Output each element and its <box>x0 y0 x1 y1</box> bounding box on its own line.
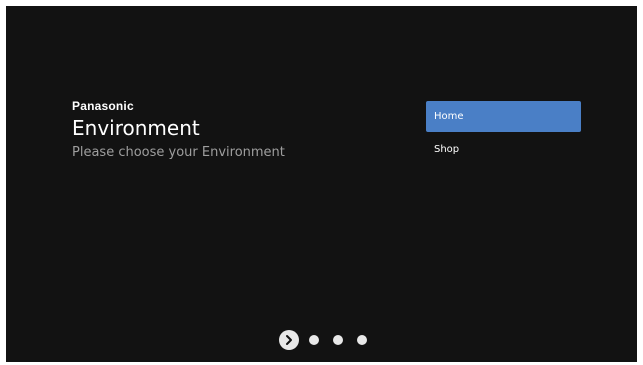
page-subtitle: Please choose your Environment <box>72 145 285 160</box>
brand-logo: Panasonic <box>72 99 134 113</box>
environment-options: Home Shop <box>426 101 581 167</box>
step-pager <box>279 329 381 351</box>
chevron-right-icon <box>286 335 292 345</box>
step-dot <box>309 335 319 345</box>
option-home[interactable]: Home <box>426 101 581 132</box>
step-dot <box>333 335 343 345</box>
tv-screen: Panasonic Environment Please choose your… <box>6 6 637 362</box>
next-button[interactable] <box>279 330 299 350</box>
option-shop[interactable]: Shop <box>426 134 581 165</box>
page-title: Environment <box>72 116 200 140</box>
step-dot <box>357 335 367 345</box>
